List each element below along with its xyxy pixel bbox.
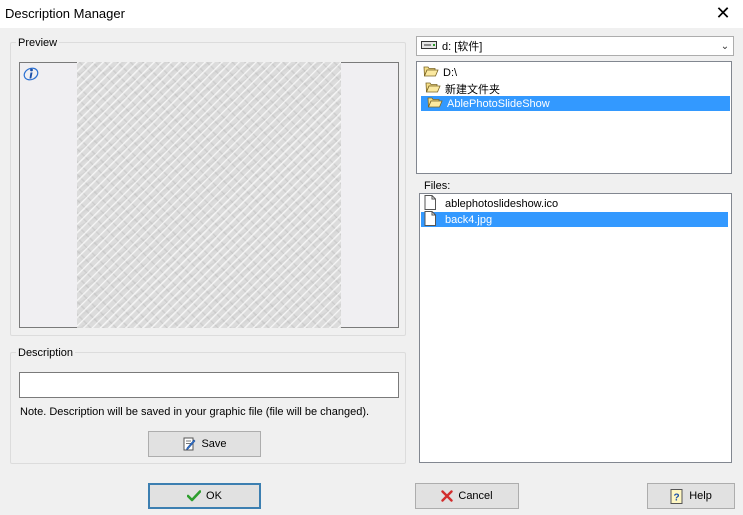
info-icon[interactable] <box>23 66 39 82</box>
save-icon <box>182 437 196 451</box>
open-folder-icon <box>425 81 441 96</box>
folder-item[interactable]: 新建文件夹 <box>423 81 502 96</box>
folder-item[interactable]: D:\ <box>421 65 459 80</box>
preview-label: Preview <box>16 37 60 49</box>
file-list[interactable] <box>419 193 732 463</box>
help-icon: ? <box>670 488 684 504</box>
description-note: Note. Description will be saved in your … <box>20 406 370 418</box>
description-label: Description <box>16 347 76 359</box>
save-button-label: Save <box>201 438 227 450</box>
drive-icon <box>421 40 437 53</box>
open-folder-icon <box>427 96 443 111</box>
file-item-selected[interactable]: back4.jpg <box>421 210 728 229</box>
cancel-button[interactable]: Cancel <box>415 483 519 509</box>
close-icon <box>441 490 454 502</box>
svg-text:?: ? <box>674 492 680 503</box>
help-button-label: Help <box>689 490 712 502</box>
folder-tree[interactable] <box>416 61 732 174</box>
close-icon[interactable]: ✕ <box>713 3 733 23</box>
cancel-button-label: Cancel <box>458 490 493 502</box>
title-bar: Description Manager ✕ <box>0 0 743 28</box>
folder-item-label: AblePhotoSlideShow <box>447 97 550 110</box>
file-item[interactable]: ablephotoslideshow.ico <box>421 194 728 211</box>
save-button[interactable]: Save <box>148 431 261 457</box>
file-item-label: back4.jpg <box>445 213 493 226</box>
folder-item-label: D:\ <box>443 66 458 79</box>
drive-select-value: d: [软件] <box>442 41 483 53</box>
description-input[interactable] <box>19 372 399 398</box>
help-button[interactable]: ? Help <box>647 483 735 509</box>
ok-button[interactable]: OK <box>148 483 261 509</box>
check-icon <box>187 490 202 502</box>
window-title: Description Manager <box>5 6 125 21</box>
chevron-down-icon[interactable]: ⌄ <box>717 41 733 52</box>
file-item-label: ablephotoslideshow.ico <box>445 197 559 210</box>
files-label: Files: <box>424 180 451 192</box>
drive-select[interactable]: d: [软件] ⌄ <box>416 36 734 56</box>
ok-button-label: OK <box>206 490 222 502</box>
folder-item-label: 新建文件夹 <box>445 83 500 96</box>
folder-item-selected[interactable]: AblePhotoSlideShow <box>421 96 730 111</box>
preview-image <box>77 62 341 328</box>
open-folder-icon <box>423 65 439 80</box>
file-icon <box>423 210 437 229</box>
